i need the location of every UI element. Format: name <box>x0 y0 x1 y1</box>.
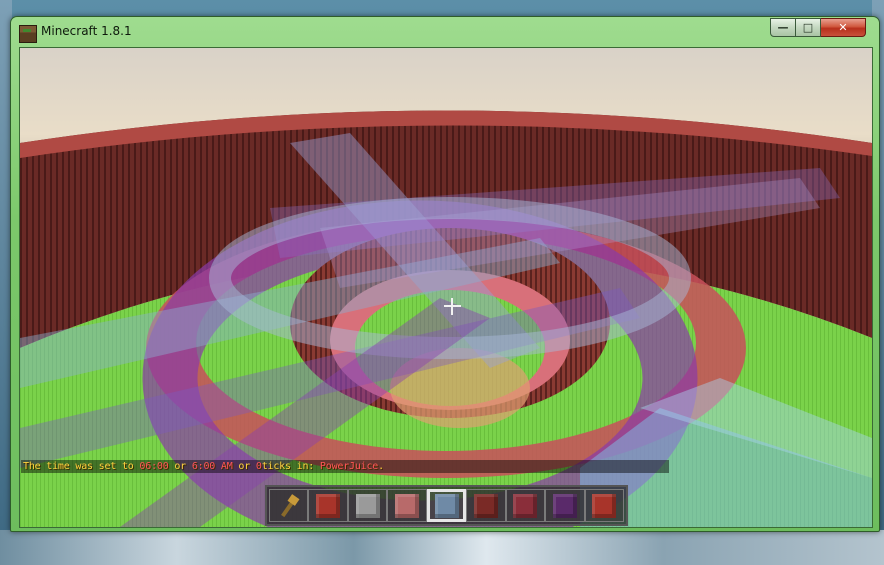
crosshair-icon <box>444 298 461 315</box>
hotbar-slot[interactable] <box>545 489 585 522</box>
chat-segment: ticks in: <box>261 461 320 472</box>
chat-message: The time was set to 06:00 or 6:00 AM or … <box>23 461 384 473</box>
game-scene <box>20 110 872 527</box>
hotbar-slot[interactable] <box>387 489 427 522</box>
golden-axe-icon <box>277 494 301 518</box>
hotbar-slot[interactable] <box>308 489 348 522</box>
close-button[interactable]: ✕ <box>821 18 866 37</box>
chat-segment: PowerJuice <box>319 461 379 472</box>
hotbar <box>265 485 628 526</box>
minimize-button[interactable]: — <box>770 18 796 37</box>
chat-segment: or <box>168 461 192 472</box>
red-block-icon <box>316 493 341 518</box>
hotbar-slot[interactable] <box>426 489 467 522</box>
light-blue-block-icon <box>434 493 459 518</box>
purple-block-icon <box>552 493 577 518</box>
maximize-button[interactable]: □ <box>796 18 821 37</box>
hotbar-slot[interactable] <box>466 489 506 522</box>
window-titlebar[interactable]: Minecraft 1.8.1 — □ ✕ <box>11 17 879 47</box>
dark-red-block-icon <box>473 493 498 518</box>
gray-block-icon <box>355 493 380 518</box>
window-controls: — □ ✕ <box>770 18 866 38</box>
minecraft-grass-block-icon[interactable] <box>19 25 37 43</box>
desktop-background-bottom <box>0 530 884 565</box>
minimize-icon: — <box>777 21 789 34</box>
game-viewport[interactable]: The time was set to 06:00 or 6:00 AM or … <box>19 47 873 528</box>
close-icon: ✕ <box>838 21 848 34</box>
chat-segment: or <box>232 461 256 472</box>
chat-segment: 06:00 <box>139 461 169 472</box>
pink-block-icon <box>395 493 420 518</box>
chat-segment: 6:00 AM <box>191 461 233 472</box>
hotbar-slot[interactable] <box>269 489 309 522</box>
window-title: Minecraft 1.8.1 <box>41 24 132 38</box>
crimson-block-icon <box>513 493 538 518</box>
hotbar-slot[interactable] <box>505 489 546 522</box>
hotbar-slot[interactable] <box>584 489 624 522</box>
red-block-icon <box>592 493 617 518</box>
chat-segment: . <box>378 461 384 472</box>
maximize-icon: □ <box>802 21 814 34</box>
hotbar-slot[interactable] <box>347 489 388 522</box>
chat-segment: The time was set to <box>23 461 140 472</box>
minecraft-window: Minecraft 1.8.1 — □ ✕ The time was set t… <box>10 16 880 532</box>
